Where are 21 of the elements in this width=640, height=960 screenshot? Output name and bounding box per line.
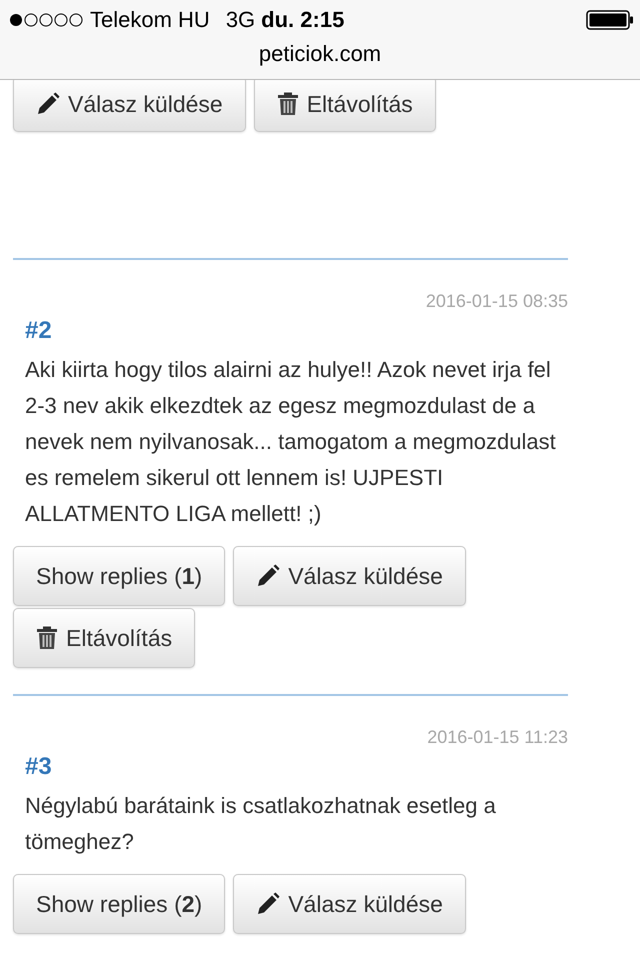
carrier-name: Telekom HU — [90, 7, 210, 33]
comment-number: #3 — [24, 752, 53, 782]
pencil-icon — [256, 564, 280, 588]
comment-date: 2016-01-15 08:35 — [424, 290, 568, 312]
show-replies-button[interactable]: Show replies (2) — [13, 874, 226, 934]
page-address: peticiok.com — [258, 40, 382, 68]
comment-number: #2 — [24, 316, 53, 346]
trash-icon — [36, 626, 58, 650]
show-replies-button[interactable]: Show replies (1) — [13, 546, 226, 606]
status-time: du. 2:15 — [261, 7, 344, 33]
reply-button[interactable]: Válasz küldése — [233, 874, 466, 934]
network-type: 3G — [226, 7, 256, 33]
comment-date: 2016-01-15 11:23 — [426, 726, 568, 748]
reply-button[interactable]: Válasz küldése — [233, 546, 466, 606]
comment-text: Négylabú barátaink is csatlakozhatnak esetleg a tömeghez? — [24, 792, 497, 856]
delete-button[interactable]: Eltávolítás — [13, 608, 196, 668]
comment-text: Aki kiirta hogy tilos alairni az hulye!! Azok nevet irja fel 2-3 nev akik elkezdtek az egesz megmozdulast de a nevek nem nyilvanosak... tamogatom a megmozdulast es remelem sikerul ott lennem is! UJPESTI ALLATMENTO LIGA mellett! ;) — [24, 356, 557, 528]
trash-icon — [276, 92, 299, 116]
pencil-icon — [256, 892, 280, 916]
battery-icon — [586, 10, 634, 30]
pencil-icon — [36, 92, 60, 116]
